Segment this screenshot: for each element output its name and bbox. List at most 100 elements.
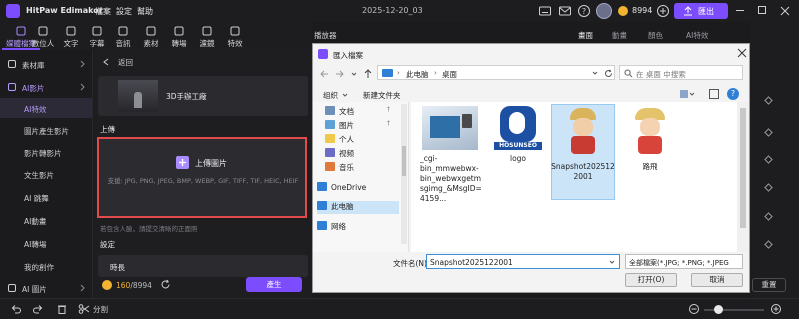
tree-item[interactable]: 网络 [317,221,346,234]
add-credits-icon[interactable] [656,4,670,18]
minimize-icon[interactable] [736,10,744,11]
path-this-pc[interactable]: 此电脑 [406,69,429,80]
split-label[interactable]: 分割 [93,304,108,315]
sidebar-item[interactable]: AI特效 [0,98,92,118]
filename-input[interactable]: Snapshot2025122001 [426,254,620,269]
reset-button[interactable]: 重置 [752,278,786,292]
tab-material[interactable]: 素材 [138,22,164,50]
tree-item[interactable]: 音乐 [325,162,354,175]
recent-locations-icon[interactable] [351,71,357,77]
split-icon[interactable] [78,303,90,315]
tab-effects[interactable]: 特效 [222,22,248,50]
zoom-slider[interactable] [704,309,764,311]
tree-item[interactable]: OneDrive [317,182,366,195]
zoom-slider-thumb[interactable] [714,305,723,314]
tab-filter[interactable]: 濾鏡 [194,22,220,50]
generate-button[interactable]: 產生 [246,277,302,292]
upload-image-button[interactable]: 上傳圖片 [195,158,227,169]
filetype-select[interactable]: 全部檔案(*.JPG; *.PNG; *.JPEG [625,254,743,269]
keyframe-icon[interactable] [764,155,773,164]
sidebar-item[interactable]: AI 圖片 [0,278,92,298]
tree-item[interactable]: 此电脑 [317,201,399,214]
keyframe-icon[interactable] [764,128,773,137]
dialog-title: 匯入檔案 [333,51,363,60]
close-icon[interactable] [778,4,792,18]
tab-more[interactable] [750,22,799,36]
menu-help[interactable]: 幫助 [137,6,153,17]
path-dropdown-icon[interactable] [592,71,598,76]
back-link[interactable]: 返回 [118,57,133,68]
keyframe-icon[interactable] [764,240,773,249]
sidebar-item[interactable]: AI影片 [0,77,92,97]
mail-icon[interactable] [558,4,572,18]
tab-ai-effects[interactable]: AI特效 [686,30,708,41]
back-icon[interactable] [102,58,110,66]
forward-arrow-icon[interactable] [335,69,345,79]
zoom-in-icon[interactable] [770,303,782,315]
tree-item[interactable]: 图片 † [325,120,390,133]
file-scrollbar[interactable] [737,102,749,252]
dialog-close-icon[interactable] [737,48,747,58]
keyboard-icon[interactable] [538,4,552,18]
avatar[interactable] [596,3,612,19]
project-name[interactable]: 2025-12-20_03 [362,6,423,15]
help-icon[interactable]: ? [577,4,591,18]
template-thumbnail [118,80,158,112]
help-icon[interactable]: ? [727,88,739,100]
tree-item[interactable]: 视频 [325,148,354,161]
sidebar-item[interactable]: 影片轉影片 [0,142,92,162]
filename-dropdown-icon[interactable] [609,260,615,265]
category-icon [8,83,16,91]
address-bar[interactable]: › 此电脑 › 桌面 [377,65,615,80]
file-item[interactable]: _cgi-bin_mmwebwx-bin_webwxgetmsgimg_&Msg… [417,106,483,204]
view-options-icon[interactable] [679,89,695,99]
sidebar-item[interactable]: AI 跳舞 [0,187,92,207]
tree-item[interactable]: 个人 [325,134,354,147]
toolbar-label: 濾鏡 [199,39,215,48]
menu-file[interactable]: 檔案 [95,6,111,17]
tab-subtitle[interactable]: 字幕 [84,22,110,50]
up-arrow-icon[interactable] [363,68,373,79]
export-button[interactable]: 匯出 [674,3,728,19]
search-box[interactable]: 在 桌面 中搜索 [619,65,743,80]
tree-item[interactable]: 文档 † [325,106,390,119]
redo-icon[interactable] [32,303,44,315]
template-card[interactable]: 3D手辦工廠 [98,76,308,116]
duration-row[interactable]: 時長 [98,255,308,277]
tree-scrollbar[interactable] [401,104,407,244]
upload-dropzone[interactable]: 上傳圖片 支援: JPG, PNG, JPEG, BMP, WEBP, GIF,… [97,137,307,218]
tab-animation[interactable]: 動畫 [612,30,627,41]
sidebar-item[interactable]: AI動畫 [0,210,92,230]
tab-audio[interactable]: 音訊 [110,22,136,50]
sidebar-item[interactable]: 文生影片 [0,164,92,184]
new-folder-button[interactable]: 新建文件夹 [363,90,401,101]
sidebar-item[interactable]: AI轉場 [0,233,92,253]
refresh-icon[interactable] [160,279,171,290]
undo-icon[interactable] [10,303,22,315]
maximize-icon[interactable] [758,6,766,14]
keyframe-icon[interactable] [764,96,773,105]
tab-frame[interactable]: 畫面 [578,30,593,41]
keyframe-icon[interactable] [764,212,773,221]
tab-avatar[interactable]: 數位人 [30,22,56,50]
sidebar-item[interactable]: 素材庫 [0,54,92,74]
path-desktop[interactable]: 桌面 [442,69,457,80]
preview-pane-icon[interactable] [709,89,719,99]
refresh-icon[interactable] [604,69,613,78]
file-item-selected[interactable]: Snapshot2025122001 [550,106,616,182]
file-item[interactable]: 路飛 [617,106,683,172]
zoom-out-icon[interactable] [688,303,700,315]
cancel-button[interactable]: 取消 [691,273,743,287]
menu-settings[interactable]: 設定 [116,6,132,17]
back-arrow-icon[interactable] [319,69,329,79]
tab-transition[interactable]: 轉場 [166,22,192,50]
open-button[interactable]: 打开(O) [625,273,677,287]
delete-icon[interactable] [56,303,68,315]
sidebar-item[interactable]: 我的創作 [0,256,92,276]
file-item[interactable]: HOSUNSEO logo [485,106,551,164]
sidebar-item[interactable]: 圖片產生影片 [0,120,92,140]
tab-color[interactable]: 顏色 [648,30,663,41]
organize-menu[interactable]: 组织 [323,90,338,101]
tab-text[interactable]: 文字 [58,22,84,50]
keyframe-icon[interactable] [764,183,773,192]
